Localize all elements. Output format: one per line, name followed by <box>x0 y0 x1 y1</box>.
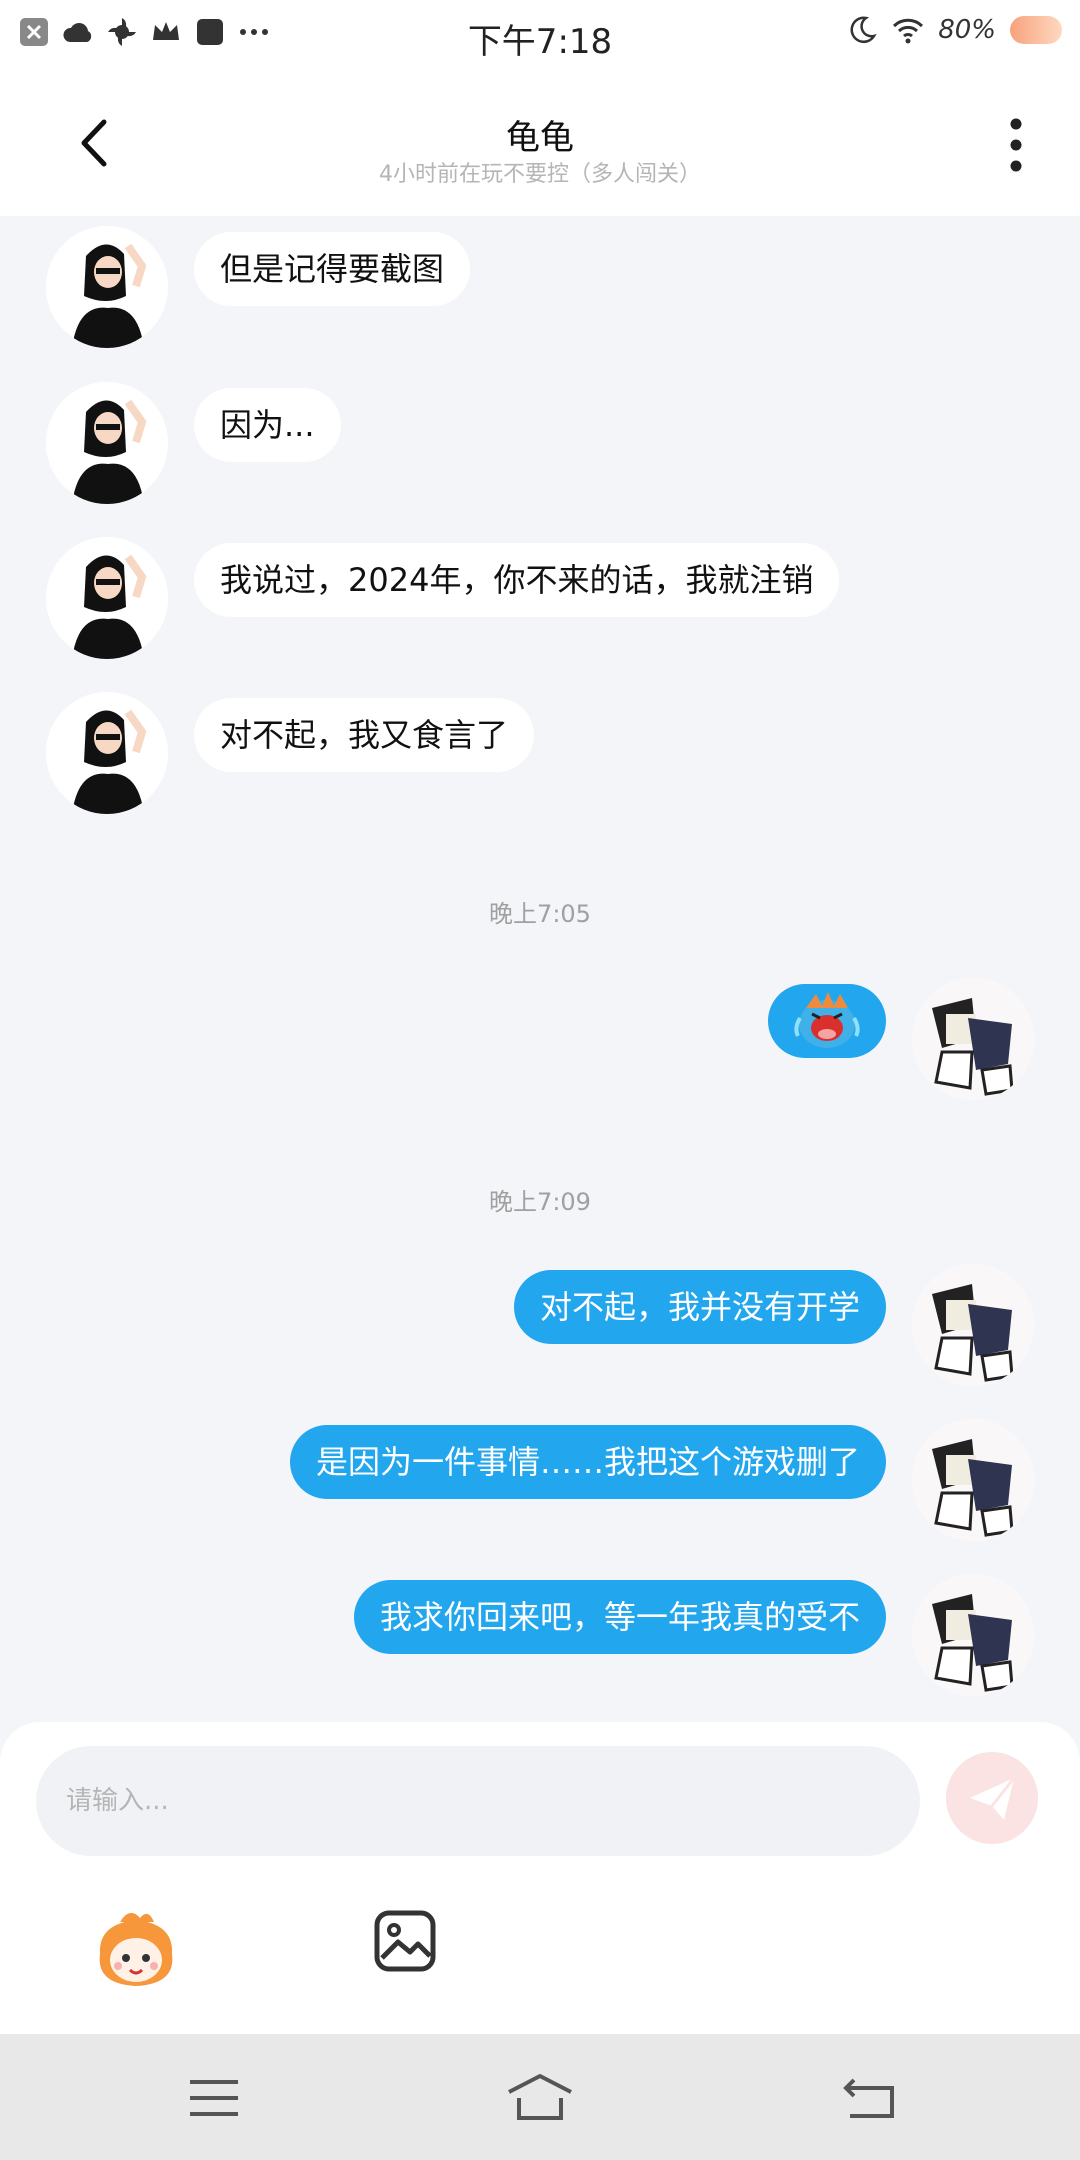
send-icon <box>970 1777 1016 1820</box>
more-options-icon[interactable] <box>996 110 1036 180</box>
message-row: 对不起，我并没有开学 <box>0 1264 1080 1394</box>
send-button[interactable] <box>946 1752 1038 1844</box>
message-row: 是因为一件事情……我把这个游戏删了 <box>0 1419 1080 1549</box>
message-composer <box>0 1722 1080 2034</box>
message-row <box>0 978 1080 1108</box>
message-input[interactable] <box>36 1746 920 1856</box>
incoming-message-bubble[interactable]: 我说过，2024年，你不来的话，我就注销 <box>194 543 840 617</box>
wifi-icon <box>893 18 924 44</box>
my-avatar[interactable] <box>912 978 1034 1100</box>
message-row: 对不起，我又食言了 <box>0 692 1080 822</box>
battery-icon <box>1010 16 1062 44</box>
contact-avatar[interactable] <box>46 382 168 504</box>
battery-percent: 80% <box>938 15 996 45</box>
my-avatar[interactable] <box>912 1264 1034 1386</box>
moon-icon <box>850 16 877 43</box>
outgoing-message-bubble[interactable]: 对不起，我并没有开学 <box>513 1270 886 1344</box>
incoming-message-bubble[interactable]: 对不起，我又食言了 <box>194 698 535 772</box>
chat-subtitle: 4小时前在玩不要控（多人闯关） <box>379 162 701 187</box>
status-right-icons: 80% <box>846 14 1062 46</box>
chat-title: 龟龟 <box>506 118 574 158</box>
message-timestamp: 晚上7:09 <box>489 1188 591 1216</box>
system-nav-bar <box>0 2034 1080 2160</box>
outgoing-message-bubble[interactable]: 是因为一件事情……我把这个游戏删了 <box>289 1425 886 1499</box>
crying-dragon-sticker <box>794 992 860 1048</box>
outgoing-message-bubble[interactable]: 我求你回来吧，等一年我真的受不 <box>353 1580 886 1654</box>
back-nav-icon[interactable] <box>840 2070 900 2126</box>
message-row: 因为... <box>0 382 1080 512</box>
home-icon[interactable] <box>505 2070 575 2126</box>
incoming-message-bubble[interactable]: 但是记得要截图 <box>194 232 471 306</box>
message-row: 我求你回来吧，等一年我真的受不 <box>0 1574 1080 1704</box>
my-avatar[interactable] <box>912 1574 1034 1696</box>
contact-avatar[interactable] <box>46 692 168 814</box>
menu-icon[interactable] <box>184 2070 244 2126</box>
message-row: 我说过，2024年，你不来的话，我就注销 <box>0 537 1080 667</box>
image-icon[interactable] <box>372 1908 438 1974</box>
contact-avatar[interactable] <box>46 537 168 659</box>
message-row: 但是记得要截图 <box>0 226 1080 356</box>
incoming-message-bubble[interactable]: 因为... <box>194 388 341 462</box>
contact-avatar[interactable] <box>46 226 168 348</box>
status-bar: 下午7:18 80% <box>0 0 1080 72</box>
my-avatar[interactable] <box>912 1419 1034 1541</box>
emoji-icon[interactable] <box>90 1904 182 1996</box>
message-timestamp: 晚上7:05 <box>489 900 591 928</box>
chat-header: 龟龟 4小时前在玩不要控（多人闯关） <box>0 72 1080 216</box>
outgoing-sticker-bubble[interactable] <box>768 984 886 1058</box>
